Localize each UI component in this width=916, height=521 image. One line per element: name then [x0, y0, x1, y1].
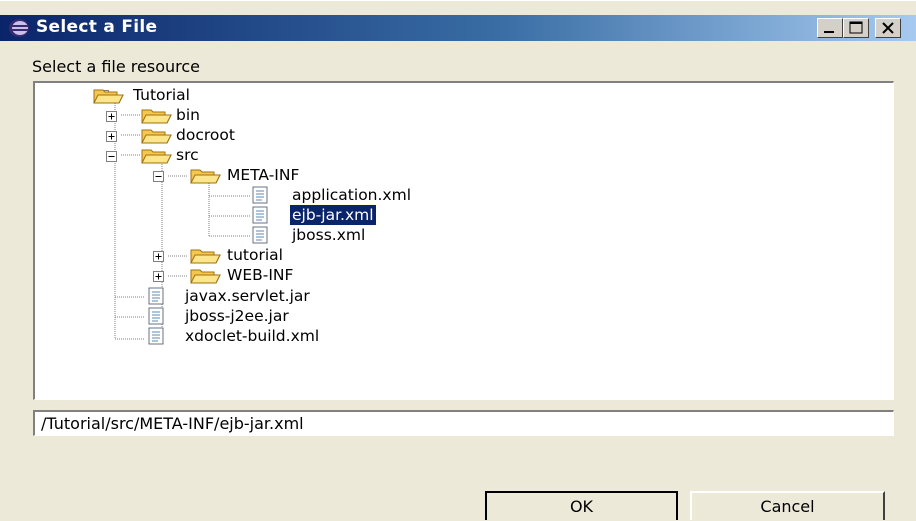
tree-item-label: jboss.xml — [292, 226, 366, 244]
minimize-button[interactable] — [817, 18, 843, 38]
tree-item-label: ejb-jar.xml — [289, 204, 377, 226]
tree-item-jboss-xml[interactable]: jboss.xml — [35, 225, 885, 245]
maximize-button[interactable] — [843, 18, 869, 38]
tree-item-label: META-INF — [227, 166, 300, 184]
title-bar[interactable]: Select a File — [0, 15, 916, 41]
tree-item-xdoclet-build-xml[interactable]: xdoclet-build.xml — [35, 326, 885, 346]
tree-item-label: bin — [176, 106, 200, 124]
tree-item-ejb-jar-xml[interactable]: ejb-jar.xml — [35, 204, 885, 226]
file-tree[interactable]: Tutorial bin docroot src META-INF applic… — [33, 81, 894, 400]
tree-item-label: javax.servlet.jar — [185, 287, 310, 305]
close-button[interactable] — [875, 18, 901, 38]
cancel-button[interactable]: Cancel — [690, 491, 885, 520]
prompt-label: Select a file resource — [32, 57, 200, 76]
tree-item-label: WEB-INF — [227, 266, 294, 284]
eclipse-icon — [8, 18, 30, 38]
file-icon — [147, 327, 165, 349]
tree-item-tutorial[interactable]: tutorial — [35, 245, 885, 265]
tree-item-label: xdoclet-build.xml — [185, 327, 320, 345]
tree-item-tutorial[interactable]: Tutorial — [35, 85, 885, 105]
folder-icon — [190, 266, 222, 288]
path-field[interactable] — [33, 410, 894, 436]
tree-item-web-inf[interactable]: WEB-INF — [35, 265, 885, 285]
tree-item-bin[interactable]: bin — [35, 105, 885, 125]
tree-item-docroot[interactable]: docroot — [35, 125, 885, 145]
tree-item-label: docroot — [176, 126, 235, 144]
tree-item-jboss-j2ee-jar[interactable]: jboss-j2ee.jar — [35, 306, 885, 326]
tree-item-label: jboss-j2ee.jar — [185, 307, 289, 325]
window-title: Select a File — [36, 17, 158, 37]
tree-item-javax-servlet-jar[interactable]: javax.servlet.jar — [35, 286, 885, 306]
tree-item-meta-inf[interactable]: META-INF — [35, 165, 885, 185]
tree-item-application-xml[interactable]: application.xml — [35, 185, 885, 205]
tree-item-label: tutorial — [227, 246, 283, 264]
ok-button[interactable]: OK — [485, 491, 678, 520]
tree-item-src[interactable]: src — [35, 145, 885, 165]
tree-item-label: Tutorial — [133, 86, 190, 104]
select-file-dialog: Select a File Select a file resource Tut… — [0, 0, 916, 520]
tree-item-label: src — [176, 146, 199, 164]
tree-item-label: application.xml — [292, 186, 412, 204]
